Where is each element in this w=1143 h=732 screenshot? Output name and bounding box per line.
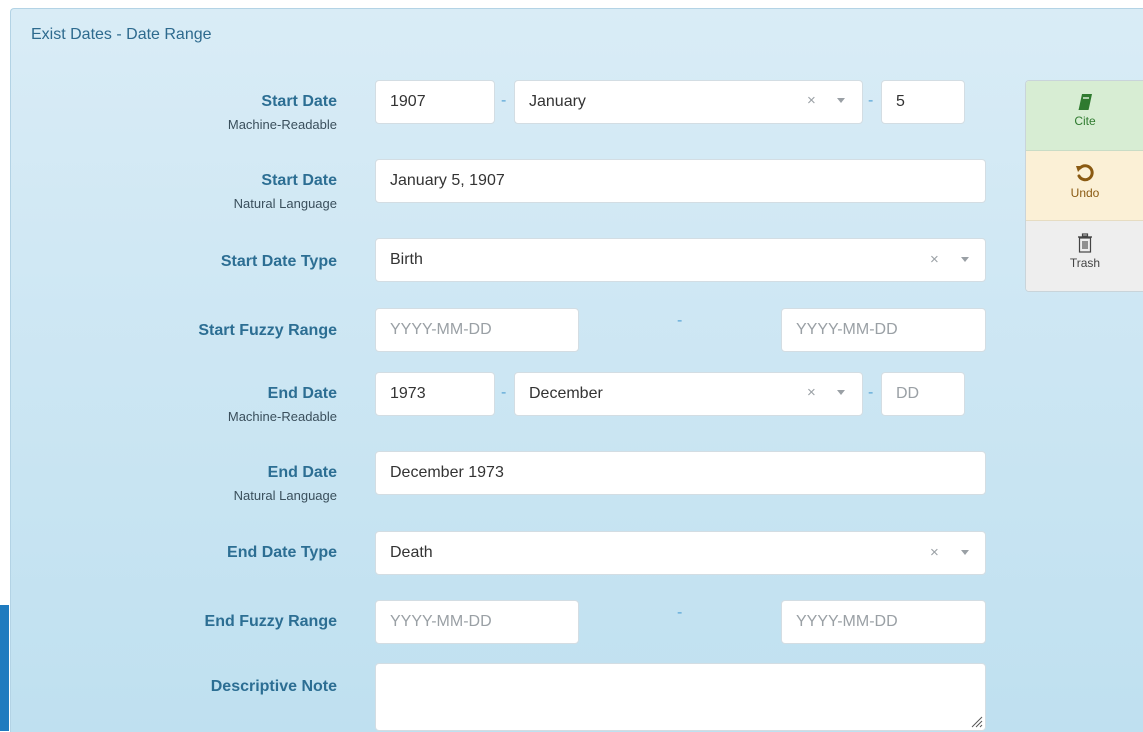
end-month-chevron-down-icon[interactable] [837, 390, 845, 395]
end-date-natural-input[interactable]: December 1973 [375, 451, 986, 495]
cite-button[interactable]: Cite [1026, 81, 1143, 151]
end-month-clear-icon[interactable]: × [807, 384, 816, 401]
trash-label: Trash [1069, 256, 1101, 270]
start-fuzzy-range-label-group: Start Fuzzy Range [198, 321, 337, 341]
book-icon [1078, 94, 1092, 110]
end-date-type-clear-icon[interactable]: × [930, 544, 939, 561]
start-fuzzy-separator: - [677, 312, 683, 329]
end-fuzzy-range-label: End Fuzzy Range [204, 613, 337, 630]
start-year-input[interactable]: 1907 [375, 80, 495, 124]
end-date-sublabel: Machine-Readable [227, 409, 337, 424]
panel-title: Exist Dates - Date Range [31, 26, 212, 43]
start-month-value: January [529, 93, 586, 110]
end-date-type-select[interactable]: Death [375, 531, 986, 575]
end-date-type-value: Death [390, 544, 433, 561]
end-date-type-chevron-down-icon[interactable] [961, 550, 969, 555]
start-date-type-select[interactable]: Birth [375, 238, 986, 282]
end-date-natural-label-group: End Date Natural Language [234, 463, 337, 505]
start-date-separator-2: - [868, 92, 874, 109]
start-date-label-group: Start Date Machine-Readable [228, 92, 337, 134]
trash-button[interactable]: Trash [1026, 221, 1143, 291]
start-day-input[interactable]: 5 [881, 80, 965, 124]
end-date-separator: - [501, 384, 507, 401]
end-date-natural-sublabel: Natural Language [233, 488, 337, 503]
start-fuzzy-from-input[interactable]: YYYY-MM-DD [375, 308, 579, 352]
undo-label: Undo [1070, 186, 1100, 200]
start-month-chevron-down-icon[interactable] [837, 98, 845, 103]
end-fuzzy-range-label-group: End Fuzzy Range [205, 612, 337, 632]
start-date-sublabel: Machine-Readable [227, 117, 337, 132]
start-date-type-label-group: Start Date Type [221, 252, 337, 272]
descriptive-note-textarea[interactable] [375, 663, 986, 731]
trash-icon [1078, 233, 1092, 253]
end-day-input[interactable]: DD [881, 372, 965, 416]
start-date-type-clear-icon[interactable]: × [930, 251, 939, 268]
end-fuzzy-separator: - [677, 604, 683, 621]
end-date-type-label: End Date Type [227, 544, 337, 561]
end-fuzzy-to-input[interactable]: YYYY-MM-DD [781, 600, 986, 644]
end-date-natural-label: End Date [267, 464, 337, 481]
start-date-type-value: Birth [390, 251, 423, 268]
cite-label: Cite [1074, 114, 1096, 128]
start-date-separator: - [501, 92, 507, 109]
end-fuzzy-from-input[interactable]: YYYY-MM-DD [375, 600, 579, 644]
start-date-natural-label: Start Date [261, 172, 337, 189]
start-fuzzy-to-input[interactable]: YYYY-MM-DD [781, 308, 986, 352]
start-date-natural-label-group: Start Date Natural Language [234, 171, 337, 213]
start-date-natural-sublabel: Natural Language [233, 196, 337, 211]
end-date-label: End Date [267, 385, 337, 402]
left-accent-bar [0, 605, 9, 731]
end-date-separator-2: - [868, 384, 874, 401]
descriptive-note-label: Descriptive Note [210, 678, 337, 695]
start-date-type-label: Start Date Type [220, 253, 337, 270]
start-date-type-chevron-down-icon[interactable] [961, 257, 969, 262]
start-fuzzy-range-label: Start Fuzzy Range [198, 322, 337, 339]
start-month-clear-icon[interactable]: × [807, 92, 816, 109]
end-date-label-group: End Date Machine-Readable [228, 384, 337, 426]
undo-icon [1076, 164, 1094, 182]
undo-button[interactable]: Undo [1026, 151, 1143, 221]
start-date-label: Start Date [261, 93, 337, 110]
resize-handle-icon[interactable] [969, 714, 983, 728]
descriptive-note-label-group: Descriptive Note [211, 677, 337, 697]
end-year-input[interactable]: 1973 [375, 372, 495, 416]
action-sidebar: Cite Undo Trash [1025, 80, 1143, 292]
start-date-natural-input[interactable]: January 5, 1907 [375, 159, 986, 203]
end-date-type-label-group: End Date Type [227, 543, 337, 563]
end-month-value: December [529, 385, 603, 402]
